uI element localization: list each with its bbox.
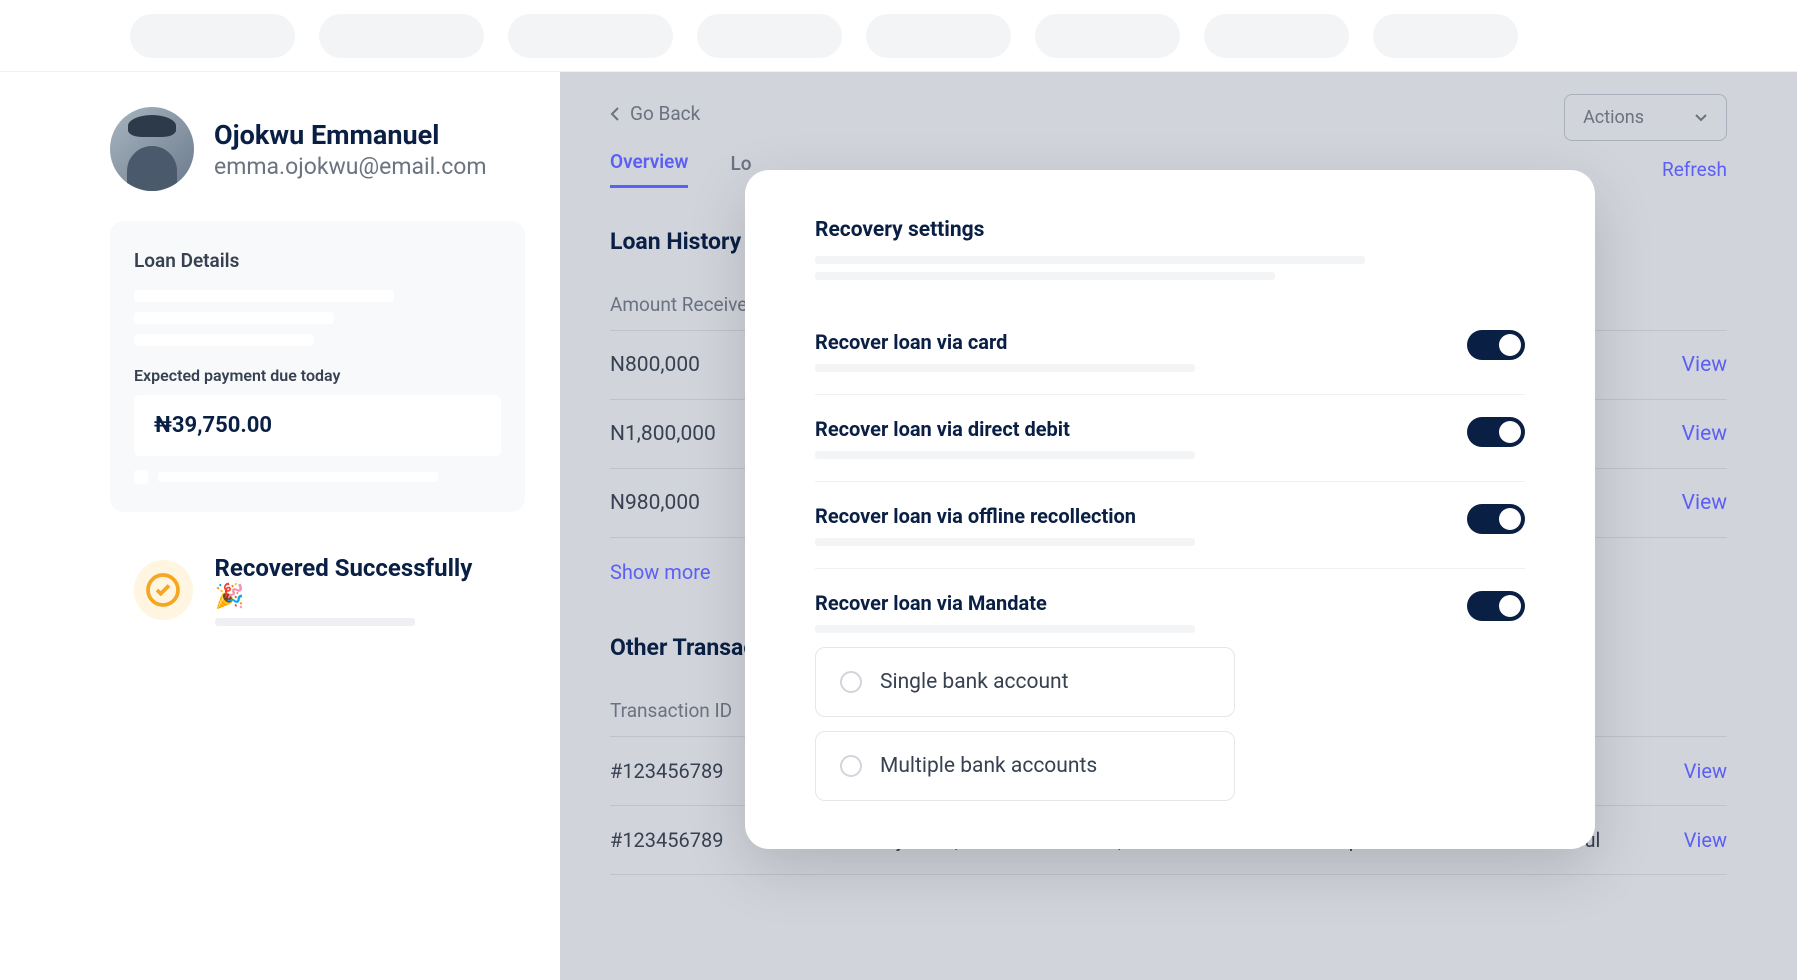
radio-label: Single bank account bbox=[880, 670, 1069, 694]
view-link[interactable]: View bbox=[1682, 422, 1727, 446]
toggle-offline[interactable] bbox=[1467, 504, 1525, 534]
nav-pill bbox=[866, 14, 1011, 58]
radio-icon bbox=[840, 755, 862, 777]
avatar bbox=[110, 107, 194, 191]
toggle-mandate[interactable] bbox=[1467, 591, 1525, 621]
skeleton bbox=[134, 470, 148, 484]
setting-offline: Recover loan via offline recollection bbox=[815, 482, 1525, 569]
radio-single-bank[interactable]: Single bank account bbox=[815, 647, 1235, 717]
nav-pill bbox=[1373, 14, 1518, 58]
toggle-direct-debit[interactable] bbox=[1467, 417, 1525, 447]
view-link[interactable]: View bbox=[1682, 491, 1727, 515]
skeleton bbox=[815, 451, 1195, 459]
user-header: Ojokwu Emmanuel emma.ojokwu@email.com bbox=[110, 107, 525, 191]
view-link[interactable]: View bbox=[1682, 353, 1727, 377]
toggle-card[interactable] bbox=[1467, 330, 1525, 360]
nav-pill bbox=[1035, 14, 1180, 58]
modal-title: Recovery settings bbox=[815, 218, 1525, 242]
nav-pill bbox=[1204, 14, 1349, 58]
skeleton bbox=[134, 312, 334, 324]
sidebar: Ojokwu Emmanuel emma.ojokwu@email.com Lo… bbox=[0, 72, 560, 980]
go-back-button[interactable]: Go Back bbox=[610, 102, 1727, 125]
skeleton bbox=[134, 334, 314, 346]
setting-direct-debit: Recover loan via direct debit bbox=[815, 395, 1525, 482]
recovered-card: Recovered Successfully 🎉 bbox=[110, 534, 525, 646]
chevron-left-icon bbox=[610, 106, 620, 122]
setting-label: Recover loan via card bbox=[815, 330, 1467, 354]
user-email: emma.ojokwu@email.com bbox=[214, 153, 487, 180]
radio-icon bbox=[840, 671, 862, 693]
recovery-settings-modal: Recovery settings Recover loan via card … bbox=[745, 170, 1595, 849]
nav-pill bbox=[130, 14, 295, 58]
skeleton bbox=[134, 290, 394, 302]
loan-details-title: Loan Details bbox=[134, 249, 501, 272]
nav-pill bbox=[697, 14, 842, 58]
check-success-icon bbox=[134, 560, 193, 620]
view-link[interactable]: View bbox=[1684, 759, 1727, 783]
skeleton bbox=[815, 538, 1195, 546]
skeleton bbox=[815, 272, 1275, 280]
chevron-down-icon bbox=[1694, 113, 1708, 123]
view-link[interactable]: View bbox=[1684, 828, 1727, 852]
radio-multiple-bank[interactable]: Multiple bank accounts bbox=[815, 731, 1235, 801]
skeleton bbox=[815, 364, 1195, 372]
nav-pill bbox=[319, 14, 484, 58]
radio-label: Multiple bank accounts bbox=[880, 754, 1097, 778]
top-nav bbox=[0, 0, 1797, 72]
actions-label: Actions bbox=[1583, 107, 1644, 128]
nav-pill bbox=[508, 14, 673, 58]
refresh-link[interactable]: Refresh bbox=[1662, 158, 1727, 181]
setting-mandate: Recover loan via Mandate Single bank acc… bbox=[815, 569, 1525, 801]
setting-card: Recover loan via card bbox=[815, 308, 1525, 395]
setting-label: Recover loan via direct debit bbox=[815, 417, 1467, 441]
go-back-label: Go Back bbox=[630, 102, 700, 125]
expected-payment-amount: ₦39,750.00 bbox=[134, 395, 501, 456]
setting-label: Recover loan via offline recollection bbox=[815, 504, 1467, 528]
loan-details-card: Loan Details Expected payment due today … bbox=[110, 221, 525, 512]
skeleton bbox=[158, 472, 438, 482]
setting-label: Recover loan via Mandate bbox=[815, 591, 1467, 615]
actions-dropdown[interactable]: Actions bbox=[1564, 94, 1727, 141]
skeleton bbox=[815, 625, 1195, 633]
recovered-text: Recovered Successfully 🎉 bbox=[215, 554, 501, 610]
skeleton bbox=[215, 618, 415, 626]
expected-payment-label: Expected payment due today bbox=[134, 366, 501, 385]
tab-overview[interactable]: Overview bbox=[610, 150, 688, 188]
user-name: Ojokwu Emmanuel bbox=[214, 119, 487, 151]
skeleton bbox=[815, 256, 1365, 264]
